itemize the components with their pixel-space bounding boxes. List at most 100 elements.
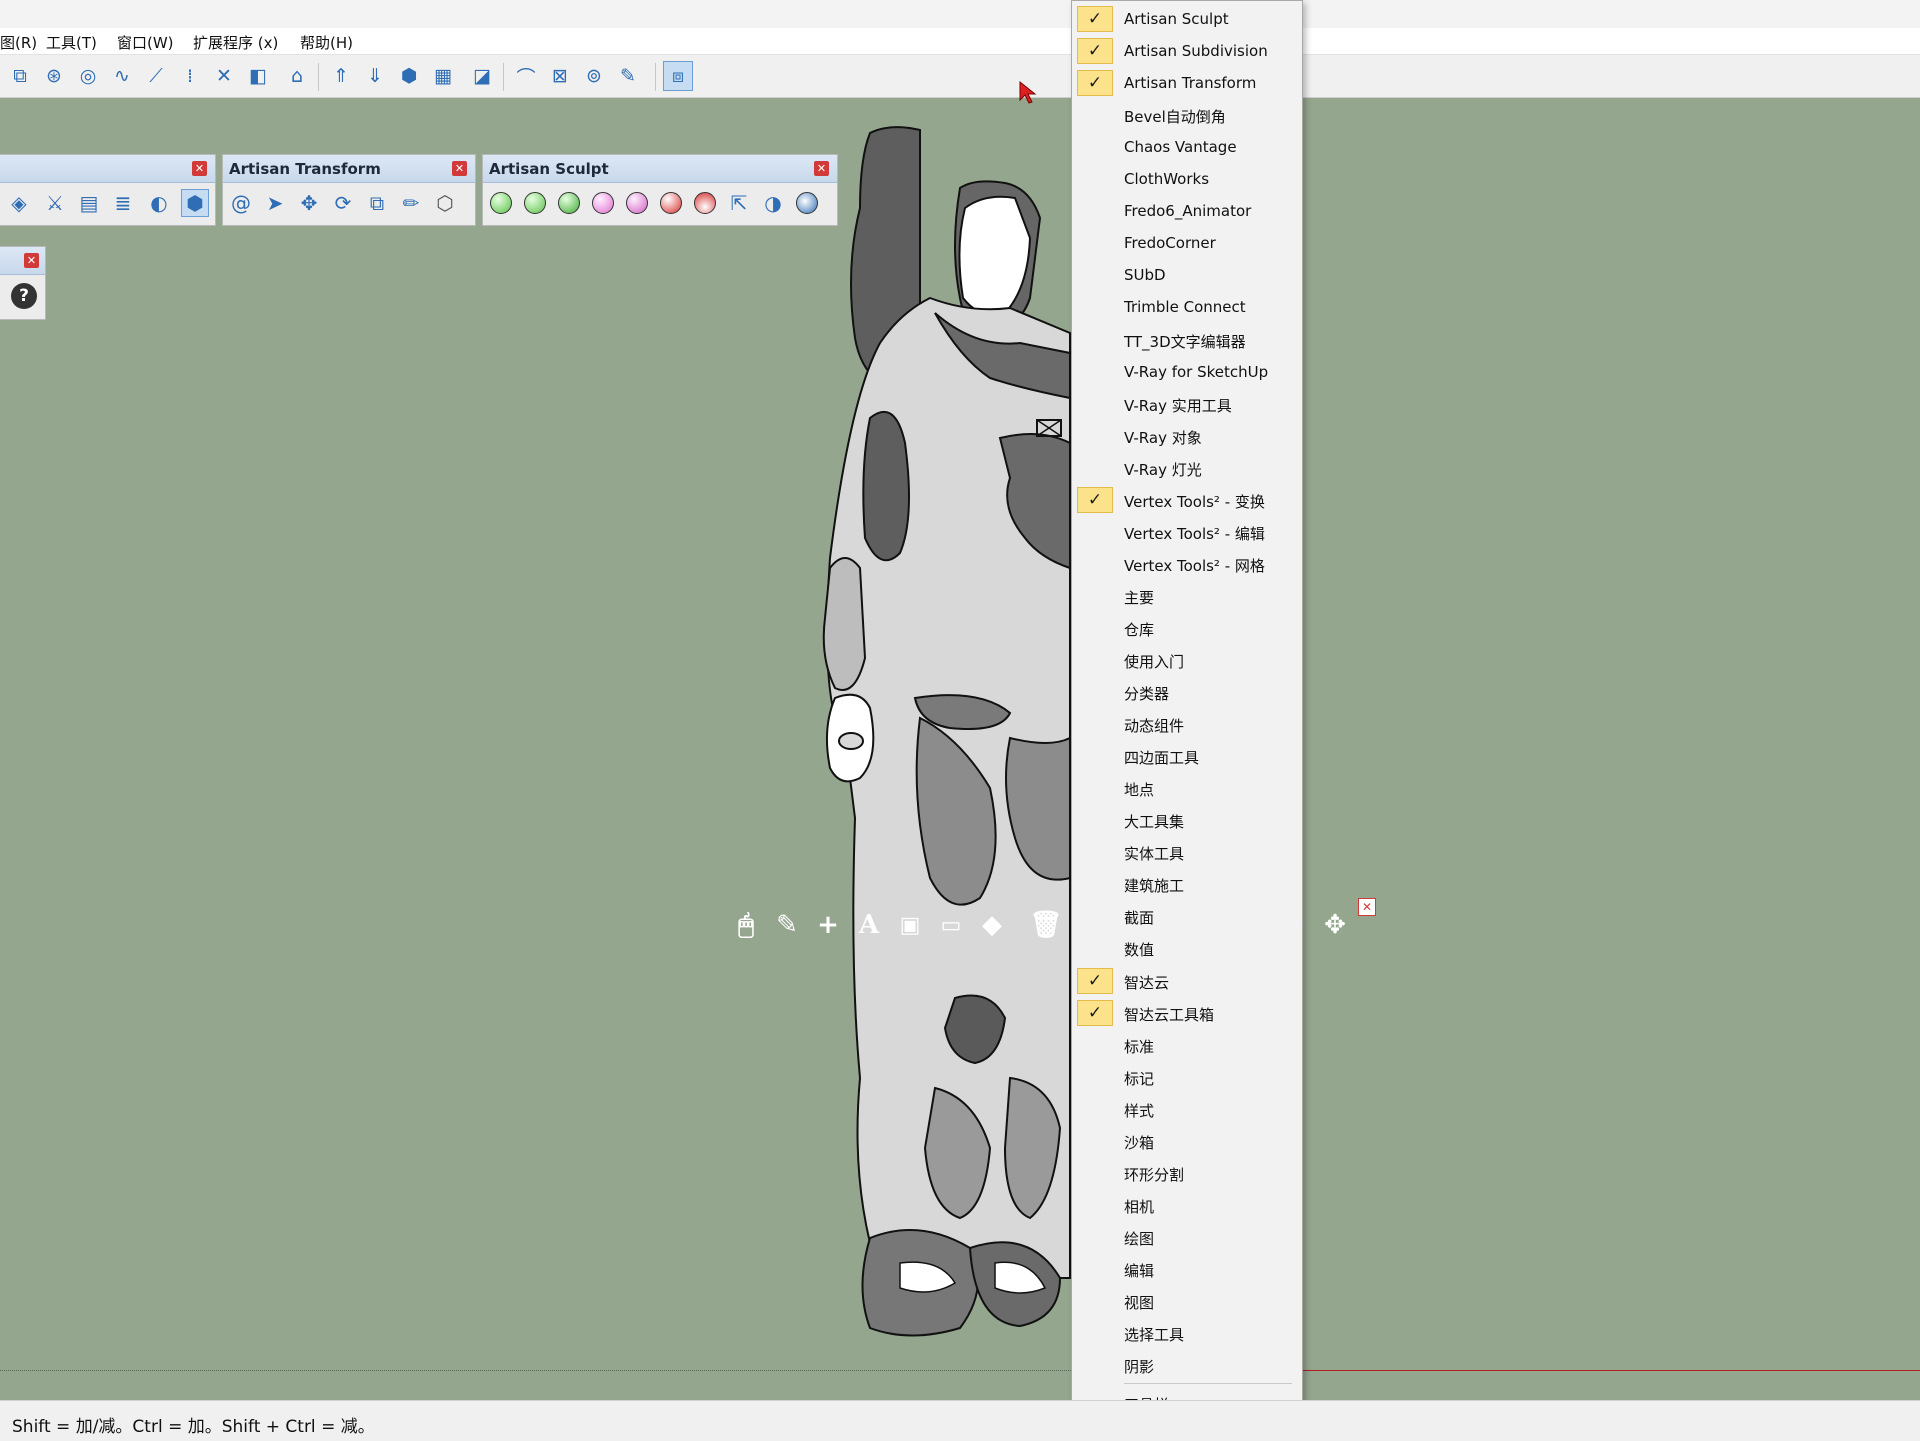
orbit-icon[interactable]: ⊛ — [41, 63, 67, 89]
menu-item[interactable]: Fredo6_Animator — [1072, 195, 1302, 227]
menu-item[interactable]: 数值 — [1072, 932, 1302, 964]
menu-item[interactable]: Chaos Vantage — [1072, 131, 1302, 163]
menu-item[interactable]: 相机 — [1072, 1189, 1302, 1221]
tag-icon[interactable]: ✎ — [615, 63, 641, 89]
menu-item[interactable]: ✓ Artisan Sculpt — [1072, 3, 1302, 35]
menu-item[interactable]: SUbD — [1072, 259, 1302, 291]
plane-icon[interactable]: ◈ — [5, 189, 33, 217]
eraser-icon[interactable]: ◆ — [973, 904, 1011, 946]
close-icon[interactable]: ✕ — [1358, 898, 1376, 916]
intersect-icon[interactable]: ✕ — [211, 63, 237, 89]
menu-item[interactable]: 标准 — [1072, 1029, 1302, 1061]
menu-draw[interactable]: 图(R) — [0, 32, 37, 53]
pencil-icon[interactable]: ✎ — [768, 904, 806, 946]
spiral-icon[interactable]: @ — [227, 189, 255, 217]
knife-icon[interactable]: ⚔ — [41, 189, 69, 217]
menu-item[interactable]: V-Ray 灯光 — [1072, 452, 1302, 484]
push-pull-icon[interactable]: ◧ — [245, 63, 271, 89]
mouse-icon[interactable]: 🖱 — [727, 904, 765, 946]
solid-select-icon[interactable]: ⧈ — [663, 61, 693, 91]
move-arrows-icon[interactable]: ✥ — [1316, 904, 1354, 946]
ruler-icon[interactable]: ✏ — [397, 189, 425, 217]
plus-icon[interactable]: + — [809, 904, 847, 946]
arc-icon[interactable]: ⌒ — [513, 63, 539, 89]
menu-tools[interactable]: 工具(T) — [46, 32, 97, 53]
menu-item[interactable]: TT_3D文字编辑器 — [1072, 324, 1302, 356]
hide-icon[interactable]: ⊚ — [581, 63, 607, 89]
sculpt-flatten-icon[interactable] — [657, 189, 685, 217]
model-viewport[interactable]: ✕ ◈ ⚔ ▤ ≣ ◐ ⬢ Artisan Transform ✕ @ ➤ ✥ … — [0, 98, 1920, 1400]
rectangle-icon[interactable]: ▭ — [932, 904, 970, 946]
array-icon[interactable]: ▦ — [430, 63, 456, 89]
menu-item[interactable]: 视图 — [1072, 1285, 1302, 1317]
text-icon[interactable]: A — [850, 904, 888, 946]
sculpt-pinch-icon[interactable] — [589, 189, 617, 217]
menu-item[interactable]: 实体工具 — [1072, 836, 1302, 868]
sculpt-inflate-icon[interactable] — [521, 189, 549, 217]
sculpt-smooth-icon[interactable] — [555, 189, 583, 217]
menu-item[interactable]: 四边面工具 — [1072, 740, 1302, 772]
menu-item[interactable]: 主要 — [1072, 580, 1302, 612]
menu-extensions[interactable]: 扩展程序 (x) — [193, 32, 278, 53]
menu-item[interactable]: 环形分割 — [1072, 1157, 1302, 1189]
mesh-icon[interactable]: ⬡ — [431, 189, 459, 217]
menu-item[interactable]: V-Ray 实用工具 — [1072, 388, 1302, 420]
menu-item[interactable]: FredoCorner — [1072, 227, 1302, 259]
menu-item[interactable]: 沙箱 — [1072, 1125, 1302, 1157]
download-icon[interactable]: ⇓ — [362, 63, 388, 89]
menu-item[interactable]: 建筑施工 — [1072, 868, 1302, 900]
eraser-line-icon[interactable]: ⟋ — [143, 63, 169, 89]
rotate-icon[interactable]: ⟳ — [329, 189, 357, 217]
menu-item[interactable]: Trimble Connect — [1072, 291, 1302, 323]
menu-item[interactable]: 分类器 — [1072, 676, 1302, 708]
menu-item[interactable]: V-Ray for SketchUp — [1072, 356, 1302, 388]
menu-item[interactable]: 地点 — [1072, 772, 1302, 804]
scale-icon[interactable]: ⊠ — [547, 63, 573, 89]
menu-window[interactable]: 窗口(W) — [117, 32, 174, 53]
sculpt-brush-icon[interactable] — [487, 189, 515, 217]
menu-item[interactable]: 动态组件 — [1072, 708, 1302, 740]
guide-icon[interactable]: ⁞ — [177, 63, 203, 89]
menu-item[interactable]: ✓ 智达云 — [1072, 965, 1302, 997]
sculpt-mask-icon[interactable] — [691, 189, 719, 217]
menu-item[interactable]: 编辑 — [1072, 1253, 1302, 1285]
menu-item[interactable]: ✓ 智达云工具箱 — [1072, 997, 1302, 1029]
sculpt-grab-icon[interactable] — [623, 189, 651, 217]
menu-item[interactable]: 标记 — [1072, 1061, 1302, 1093]
section-plane-icon[interactable]: ⧉ — [7, 63, 33, 89]
half-sphere-icon[interactable]: ◐ — [145, 189, 173, 217]
trash-icon[interactable]: 🗑 — [1027, 904, 1065, 946]
menu-item[interactable]: 大工具集 — [1072, 804, 1302, 836]
menu-item[interactable]: 仓库 — [1072, 612, 1302, 644]
menu-item[interactable]: ClothWorks — [1072, 163, 1302, 195]
layers-icon[interactable]: ▤ — [75, 189, 103, 217]
menu-item[interactable]: 样式 — [1072, 1093, 1302, 1125]
freehand-icon[interactable]: ∿ — [109, 63, 135, 89]
menu-item[interactable]: Vertex Tools² - 网格 — [1072, 548, 1302, 580]
zoom-extents-icon[interactable]: ◎ — [75, 63, 101, 89]
component-icon[interactable]: ⬢ — [396, 63, 422, 89]
menu-item[interactable]: ✓ Vertex Tools² - 变换 — [1072, 484, 1302, 516]
menu-item[interactable]: ✓ Artisan Subdivision — [1072, 35, 1302, 67]
menu-item[interactable]: ✓ Artisan Transform — [1072, 67, 1302, 99]
image-icon[interactable]: ▣ — [891, 904, 929, 946]
stack-icon[interactable]: ≣ — [109, 189, 137, 217]
close-icon[interactable]: ✕ — [192, 161, 207, 176]
menu-item[interactable]: V-Ray 对象 — [1072, 420, 1302, 452]
cube-icon[interactable]: ⬢ — [181, 189, 209, 217]
menu-item[interactable]: 截面 — [1072, 900, 1302, 932]
sculpt-select-icon[interactable]: ⇱ — [725, 189, 753, 217]
section-icon[interactable]: ◪ — [469, 63, 495, 89]
menu-item[interactable]: 阴影 — [1072, 1349, 1302, 1381]
help-icon[interactable]: ? — [11, 283, 37, 309]
move-icon[interactable]: ✥ — [295, 189, 323, 217]
upload-icon[interactable]: ⇑ — [328, 63, 354, 89]
paint-bucket-icon[interactable]: ⌂ — [284, 63, 310, 89]
menu-item[interactable]: 使用入门 — [1072, 644, 1302, 676]
menu-item[interactable]: 绘图 — [1072, 1221, 1302, 1253]
human-figure-model[interactable] — [760, 98, 1080, 1388]
close-icon[interactable]: ✕ — [24, 253, 39, 268]
scale-box-icon[interactable]: ⧉ — [363, 189, 391, 217]
menu-item[interactable]: Vertex Tools² - 编辑 — [1072, 516, 1302, 548]
menu-item[interactable]: 选择工具 — [1072, 1317, 1302, 1349]
